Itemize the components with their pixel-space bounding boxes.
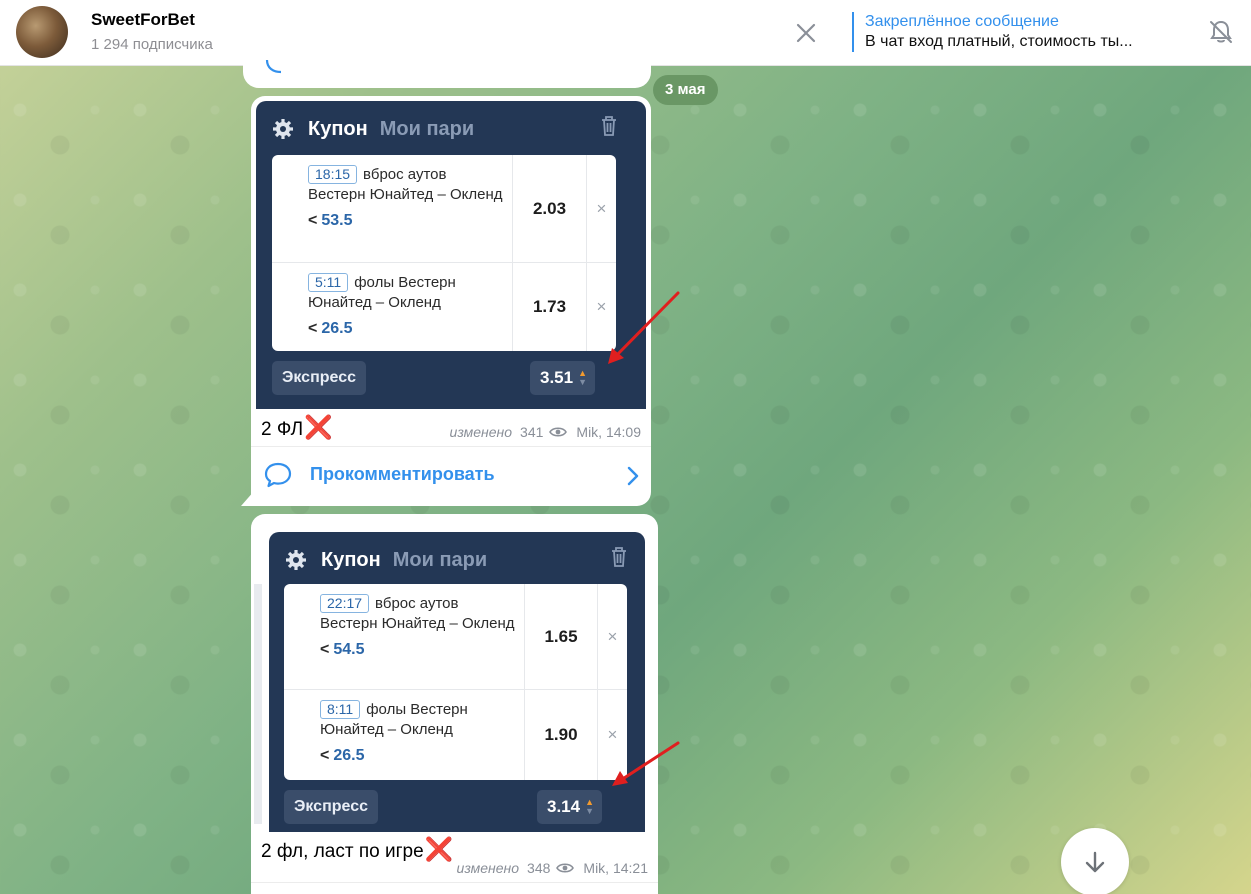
remove-bet-icon: × (607, 725, 618, 744)
coupon-tab: Мои пари (379, 117, 475, 140)
bet-market: фолы Вестерн (354, 274, 456, 291)
bell-off-icon[interactable] (1206, 17, 1236, 47)
date-badge: 3 мая (653, 75, 718, 105)
coupon-title: Купон (308, 117, 368, 140)
express-label: Экспресс (284, 790, 378, 824)
cross-mark-icon: ❌ (304, 414, 333, 440)
bet-row: 5:11 фолы Вестерн Юнайтед – Окленд <26.5 … (272, 263, 616, 351)
bet-info: 5:11 фолы Вестерн Юнайтед – Окленд <26.5 (308, 273, 508, 339)
coupon-header: Купон Мои пари (285, 546, 487, 574)
remove-bet-icon: × (596, 297, 607, 316)
trash-icon (612, 547, 626, 567)
scroll-down-button[interactable] (1061, 828, 1129, 894)
coupon-title: Купон (321, 548, 381, 571)
bet-row: 18:15 вброс аутов Вестерн Юнайтед – Оклен… (272, 155, 616, 263)
coupon-tab: Мои пари (392, 548, 488, 571)
bet-line: <54.5 (320, 641, 365, 658)
message-caption: 2 фл, ласт по игре❌ (261, 836, 454, 862)
bet-info: 22:17 вброс аутов Вестерн Юнайтед – Оклен… (320, 594, 520, 660)
channel-avatar[interactable] (16, 6, 68, 58)
bet-list: 22:17 вброс аутов Вестерн Юнайтед – Оклен… (284, 584, 627, 780)
comment-button[interactable]: Прокомментировать (251, 447, 651, 503)
message-meta: изменено 348 Mik, 14:21 (457, 860, 648, 876)
sort-arrows-icon: ▲ ▼ (585, 797, 595, 816)
bet-line: <26.5 (320, 747, 365, 764)
bet-list: 18:15 вброс аутов Вестерн Юнайтед – Оклен… (272, 155, 616, 351)
bet-odd: 1.90 (524, 690, 598, 780)
bet-match: Вестерн Юнайтед – Окленд (308, 186, 503, 203)
divider (251, 882, 658, 883)
coupon-screenshot[interactable]: Купон Мои пари 18:15 вброс аутов Вестерн … (256, 101, 646, 409)
bet-odd: 1.73 (512, 263, 587, 351)
subscriber-count: 1 294 подписчика (91, 36, 213, 53)
comment-icon (265, 60, 282, 74)
bet-match: Вестерн Юнайтед – Окленд (320, 615, 515, 632)
sort-arrows-icon: ▲ ▼ (578, 368, 588, 387)
channel-name[interactable]: SweetForBet (91, 10, 195, 30)
close-icon[interactable] (793, 20, 819, 46)
bet-odd: 1.65 (524, 584, 598, 689)
bet-line: <26.5 (308, 320, 353, 337)
message-bubble[interactable]: Купон Мои пари 22:17 вброс аутов Вестерн … (251, 514, 658, 894)
edited-label: изменено (449, 424, 513, 440)
bet-match: Юнайтед – Окленд (320, 721, 453, 738)
edited-label: изменено (456, 860, 520, 876)
express-label: Экспресс (272, 361, 366, 395)
view-count: 341 (520, 424, 544, 440)
eye-icon (549, 427, 568, 437)
total-odd: 3.14 ▲ ▼ (537, 790, 603, 824)
bet-time: 18:15 (308, 165, 358, 184)
bet-line: <53.5 (308, 212, 353, 229)
eye-icon (556, 863, 575, 873)
bet-time: 8:11 (320, 700, 361, 719)
bet-row: 8:11 фолы Вестерн Юнайтед – Окленд <26.5 … (284, 690, 627, 780)
pinned-title: Закреплённое сообщение (865, 13, 1059, 30)
previous-message-bubble (243, 60, 651, 88)
bet-market: вброс аутов (375, 595, 459, 612)
coupon-header: Купон Мои пари (272, 115, 474, 143)
gear-icon (286, 550, 306, 570)
pinned-message[interactable]: Закреплённое сообщение В чат вход платны… (852, 12, 1133, 52)
bet-match: Юнайтед – Окленд (308, 294, 441, 311)
bet-row: 22:17 вброс аутов Вестерн Юнайтед – Оклен… (284, 584, 627, 690)
view-count: 348 (527, 860, 551, 876)
coupon-screenshot[interactable]: Купон Мои пари 22:17 вброс аутов Вестерн … (269, 532, 645, 832)
comment-icon (264, 462, 292, 488)
message-caption: 2 ФЛ❌ (261, 414, 333, 440)
bet-market: фолы Вестерн (366, 701, 468, 718)
cross-mark-icon: ❌ (424, 836, 454, 862)
message-meta: изменено 341 Mik, 14:09 (450, 424, 641, 440)
arrow-down-icon (1085, 851, 1105, 873)
bet-time: 5:11 (308, 273, 349, 292)
trash-icon (602, 116, 616, 136)
remove-bet-icon: × (607, 626, 618, 646)
pinned-text: В чат вход платный, стоимость ты... (865, 33, 1133, 50)
screenshot-edge (254, 584, 262, 824)
total-odd: 3.51 ▲ ▼ (530, 361, 596, 395)
comment-label: Прокомментировать (310, 464, 495, 484)
gear-icon (273, 119, 293, 139)
bet-odd: 2.03 (512, 155, 587, 262)
bet-info: 8:11 фолы Вестерн Юнайтед – Окленд <26.5 (320, 700, 520, 766)
chat-header: SweetForBet 1 294 подписчика Закреплённо… (0, 0, 1251, 66)
author-time: Mik, 14:09 (576, 424, 641, 440)
bet-time: 22:17 (320, 594, 370, 613)
remove-bet-icon: × (596, 198, 607, 218)
author-time: Mik, 14:21 (583, 860, 648, 876)
chevron-right-icon (627, 466, 639, 486)
bet-info: 18:15 вброс аутов Вестерн Юнайтед – Оклен… (308, 165, 508, 231)
bet-market: вброс аутов (363, 166, 447, 183)
message-bubble[interactable]: Купон Мои пари 18:15 вброс аутов Вестерн … (251, 96, 651, 506)
